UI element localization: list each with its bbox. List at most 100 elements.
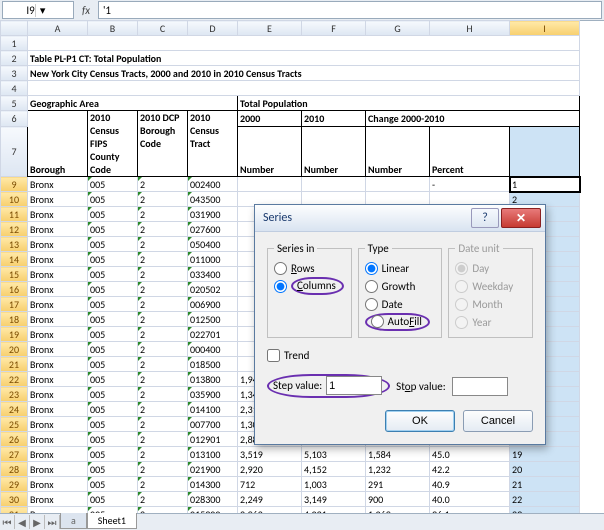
radio-autofill-input[interactable] <box>371 315 384 328</box>
row-header[interactable]: 12 <box>1 222 28 237</box>
cell-fips[interactable]: 005 <box>88 312 138 327</box>
cell-tract[interactable]: 021900 <box>188 462 238 477</box>
cell-n2010[interactable]: 3,149 <box>302 492 366 507</box>
cell-fips[interactable]: 005 <box>88 207 138 222</box>
row-header[interactable]: 7 <box>1 127 28 177</box>
select-all-corner[interactable] <box>1 21 28 36</box>
row-header[interactable]: 3 <box>1 66 28 81</box>
cell-tract[interactable]: 050400 <box>188 237 238 252</box>
cell-tract[interactable]: 028300 <box>188 492 238 507</box>
cell-fips[interactable]: 005 <box>88 477 138 492</box>
tab-nav-last[interactable]: ⏭ <box>45 515 60 529</box>
cell-tract[interactable]: 011000 <box>188 252 238 267</box>
cell-borough[interactable]: Bronx <box>28 282 88 297</box>
cell-dcp[interactable]: 2 <box>138 222 188 237</box>
row-header[interactable]: 14 <box>1 252 28 267</box>
cell-tract[interactable]: 006900 <box>188 297 238 312</box>
stop-value-input[interactable] <box>452 377 508 396</box>
cell-dcp[interactable]: 2 <box>138 372 188 387</box>
cell-tract[interactable]: 007700 <box>188 417 238 432</box>
cell-fips[interactable]: 005 <box>88 237 138 252</box>
cell-i[interactable]: 22 <box>510 492 580 507</box>
step-value-input[interactable] <box>326 376 382 395</box>
cell-dcp[interactable]: 2 <box>138 312 188 327</box>
row-header[interactable]: 6 <box>1 111 28 127</box>
radio-autofill[interactable]: AutoFill <box>365 313 436 331</box>
row-header[interactable]: 26 <box>1 432 28 447</box>
hdr-change[interactable]: Change 2000-2010 <box>366 111 580 127</box>
hdr-2000[interactable]: 2000 <box>238 111 302 127</box>
cell-i[interactable]: 21 <box>510 477 580 492</box>
cell-fips[interactable]: 005 <box>88 267 138 282</box>
cell-change[interactable]: 1,584 <box>366 447 430 462</box>
cell-n2010[interactable]: 1,003 <box>302 477 366 492</box>
name-box[interactable]: I9 ▾ <box>2 1 74 19</box>
cell-borough[interactable]: Bronx <box>28 447 88 462</box>
radio-columns-input[interactable] <box>274 280 287 293</box>
cell-tract[interactable]: 014100 <box>188 402 238 417</box>
cell-fips[interactable]: 005 <box>88 222 138 237</box>
sheet-tab-sheet1[interactable]: Sheet1 <box>87 513 137 529</box>
row-header[interactable]: 27 <box>1 447 28 462</box>
row-header[interactable]: 22 <box>1 372 28 387</box>
cell-fips[interactable]: 005 <box>88 192 138 207</box>
cell-dcp[interactable]: 2 <box>138 327 188 342</box>
fx-icon[interactable]: fx <box>76 0 96 20</box>
radio-growth-input[interactable] <box>365 280 378 293</box>
cell-borough[interactable]: Bronx <box>28 402 88 417</box>
cell[interactable] <box>28 81 580 96</box>
col-header-g[interactable]: G <box>366 21 430 36</box>
row-header[interactable]: 9 <box>1 177 28 192</box>
radio-linear-input[interactable] <box>365 262 378 275</box>
hdr-num-chg[interactable]: Number <box>366 127 430 177</box>
cell-fips[interactable]: 005 <box>88 402 138 417</box>
cell-n2000[interactable]: 2,249 <box>238 492 302 507</box>
cell-borough[interactable]: Bronx <box>28 462 88 477</box>
cell-borough[interactable]: Bronx <box>28 177 88 192</box>
cell-dcp[interactable]: 2 <box>138 282 188 297</box>
cell[interactable] <box>510 127 580 177</box>
row-header[interactable]: 29 <box>1 477 28 492</box>
checkbox-trend[interactable]: Trend <box>267 346 533 364</box>
radio-growth[interactable]: Growth <box>365 277 436 295</box>
row-header[interactable]: 30 <box>1 492 28 507</box>
cell-borough[interactable]: Bronx <box>28 477 88 492</box>
cell-fips[interactable]: 005 <box>88 282 138 297</box>
cell-fips[interactable]: 005 <box>88 432 138 447</box>
cell-borough[interactable]: Bronx <box>28 192 88 207</box>
cell-change[interactable]: 291 <box>366 477 430 492</box>
row-header[interactable]: 2 <box>1 51 28 66</box>
name-box-dropdown[interactable]: ▾ <box>35 4 50 17</box>
cell-dcp[interactable]: 2 <box>138 462 188 477</box>
row-header[interactable]: 19 <box>1 327 28 342</box>
radio-date-input[interactable] <box>365 298 378 311</box>
cell-dcp[interactable]: 2 <box>138 342 188 357</box>
cell-tract[interactable]: 012500 <box>188 312 238 327</box>
cell-borough[interactable]: Bronx <box>28 327 88 342</box>
cell-fips[interactable]: 005 <box>88 327 138 342</box>
cell-tract[interactable]: 043500 <box>188 192 238 207</box>
cell-borough[interactable]: Bronx <box>28 372 88 387</box>
cell-borough[interactable]: Bronx <box>28 297 88 312</box>
cell-tract[interactable]: 012901 <box>188 432 238 447</box>
cell-fips[interactable]: 005 <box>88 357 138 372</box>
title-1[interactable]: Table PL-P1 CT: Total Population <box>28 51 580 66</box>
cell-dcp[interactable]: 2 <box>138 192 188 207</box>
cell-tract[interactable]: 027600 <box>188 222 238 237</box>
hdr-2010[interactable]: 2010 <box>302 111 366 127</box>
cell-percent[interactable]: 45.0 <box>430 447 510 462</box>
cell-borough[interactable]: Bronx <box>28 387 88 402</box>
row-header[interactable]: 17 <box>1 297 28 312</box>
hdr-percent[interactable]: Percent <box>430 127 510 177</box>
col-header-d[interactable]: D <box>188 21 238 36</box>
row-header[interactable]: 18 <box>1 312 28 327</box>
cell-borough[interactable]: Bronx <box>28 237 88 252</box>
row-header[interactable]: 20 <box>1 342 28 357</box>
cell-n2000[interactable] <box>238 177 302 192</box>
dialog-titlebar[interactable]: Series ? ✕ <box>255 205 545 232</box>
row-header[interactable]: 5 <box>1 96 28 111</box>
row-header[interactable]: 21 <box>1 357 28 372</box>
cell-change[interactable]: 1,232 <box>366 462 430 477</box>
cell-fips[interactable]: 005 <box>88 492 138 507</box>
cell-tract[interactable]: 013800 <box>188 372 238 387</box>
